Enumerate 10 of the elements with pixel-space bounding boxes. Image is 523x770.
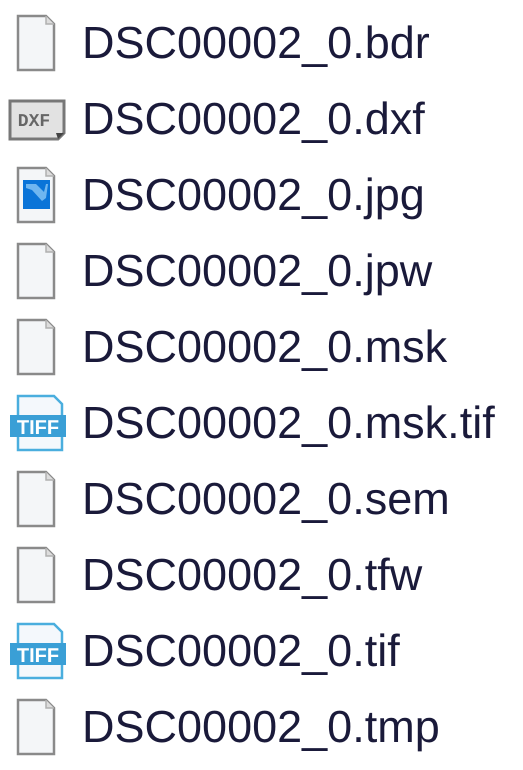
file-name[interactable]: DSC00002_0.msk: [82, 321, 448, 373]
file-name[interactable]: DSC00002_0.tif: [82, 625, 400, 677]
file-name[interactable]: DSC00002_0.tfw: [82, 549, 422, 601]
file-name[interactable]: DSC00002_0.bdr: [82, 17, 430, 69]
file-name[interactable]: DSC00002_0.msk.tif: [82, 397, 495, 449]
file-name[interactable]: DSC00002_0.dxf: [82, 93, 425, 145]
file-name[interactable]: DSC00002_0.jpw: [82, 245, 432, 297]
file-name[interactable]: DSC00002_0.tmp: [82, 701, 440, 753]
file-name[interactable]: DSC00002_0.sem: [82, 473, 450, 525]
file-name[interactable]: DSC00002_0.jpg: [82, 169, 425, 221]
